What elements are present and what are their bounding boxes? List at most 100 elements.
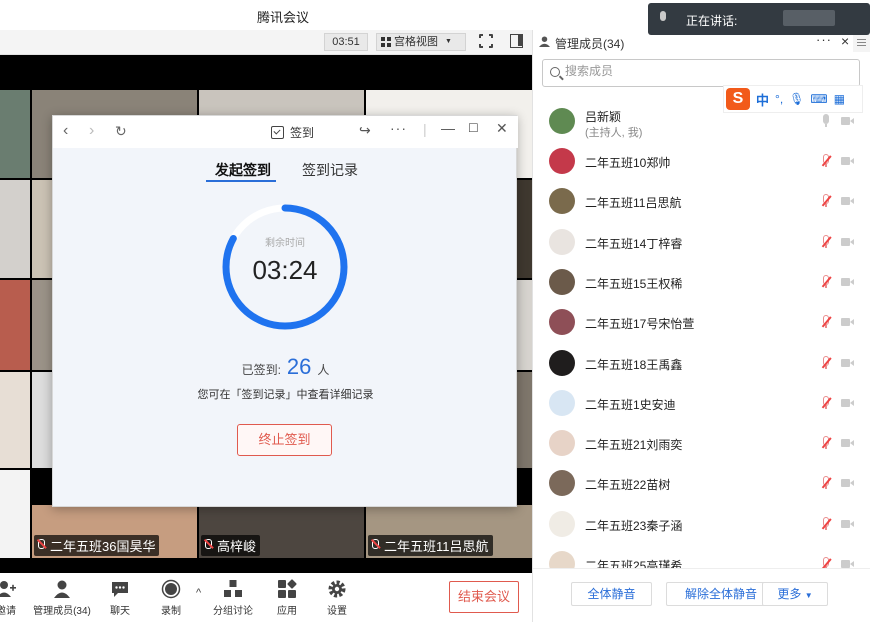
participant-name-label: 二年五班36国昊华 <box>34 535 160 556</box>
mic-muted-icon[interactable] <box>821 355 832 370</box>
record-button[interactable]: 录制 <box>141 579 201 617</box>
member-row[interactable]: 二年五班17号宋怡萱 <box>533 303 870 343</box>
video-tile[interactable]: 二年五班11吕思航 <box>366 505 532 558</box>
camera-icon[interactable] <box>841 438 854 448</box>
end-meeting-button[interactable]: 结束会议 <box>449 581 519 613</box>
camera-icon[interactable] <box>841 519 854 529</box>
video-tile[interactable] <box>32 180 52 278</box>
tab-signin-records[interactable]: 签到记录 <box>302 160 358 180</box>
share-icon[interactable]: ↪ <box>359 122 371 139</box>
mic-icon[interactable] <box>821 114 831 128</box>
dialog-header: ‹ › ↻ 签到 ↪ ··· | — ☐ ✕ <box>53 116 518 148</box>
member-name: 二年五班1史安迪 <box>585 397 676 412</box>
member-row[interactable]: 二年五班11吕思航 <box>533 182 870 222</box>
more-icon[interactable]: ··· <box>390 120 407 136</box>
record-icon <box>161 579 181 599</box>
camera-icon[interactable] <box>841 277 854 287</box>
keyboard-icon[interactable]: ⌨ <box>810 92 827 106</box>
refresh-icon[interactable]: ↻ <box>115 123 127 140</box>
member-row[interactable]: 二年五班14丁梓睿 <box>533 223 870 263</box>
mic-muted-icon[interactable] <box>821 274 832 289</box>
member-row[interactable]: 二年五班21刘雨奕 <box>533 424 870 464</box>
ime-toolbar: S 中 °, 🎙︎ ⌨ ▦ <box>723 85 863 113</box>
member-search[interactable] <box>542 59 860 87</box>
voice-icon[interactable]: 🎙︎ <box>789 92 804 106</box>
sogou-logo: S <box>726 88 750 110</box>
video-tile[interactable] <box>516 180 532 278</box>
mic-muted-icon <box>372 539 379 549</box>
ime-lang[interactable]: 中 <box>756 90 769 109</box>
user-icon <box>539 36 550 47</box>
video-tile[interactable]: 高梓峻 <box>199 505 364 558</box>
member-row[interactable]: 二年五班18王禹鑫 <box>533 344 870 384</box>
mic-muted-icon[interactable] <box>821 315 832 329</box>
back-icon[interactable]: ‹ <box>63 122 68 140</box>
breakout-button[interactable]: 分组讨论 <box>203 579 263 617</box>
apps-icon <box>278 579 297 598</box>
minimize-icon[interactable]: — <box>441 120 455 136</box>
member-row[interactable]: 二年五班15王权稀 <box>533 263 870 303</box>
toolbox-icon[interactable]: ▦ <box>834 92 845 106</box>
punctuation-icon[interactable]: °, <box>775 92 783 106</box>
camera-icon[interactable] <box>841 196 854 206</box>
chevron-up-icon[interactable]: ^ <box>196 587 201 599</box>
unmute-all-button[interactable]: 解除全体静音 <box>666 582 776 606</box>
mic-muted-icon[interactable] <box>821 436 832 450</box>
chevron-down-icon: ▼ <box>804 591 813 600</box>
mute-all-button[interactable]: 全体静音 <box>571 582 652 606</box>
video-tile[interactable] <box>0 470 30 558</box>
member-row[interactable]: 二年五班10郑帅 <box>533 142 870 182</box>
member-row[interactable]: 二年五班22苗树 <box>533 464 870 504</box>
camera-icon[interactable] <box>841 116 854 126</box>
camera-icon[interactable] <box>841 237 854 247</box>
video-tile[interactable] <box>0 90 30 178</box>
video-tile[interactable] <box>516 280 532 370</box>
view-mode-dropdown[interactable]: 宫格视图 ▼ <box>376 33 466 51</box>
maximize-icon[interactable]: ☐ <box>468 121 479 135</box>
sidebar-toggle-icon[interactable] <box>510 34 523 48</box>
panel-title: 管理成员(34) <box>555 37 625 51</box>
mic-muted-icon[interactable] <box>821 516 832 531</box>
video-tile[interactable] <box>0 180 30 278</box>
remaining-time-label: 剩余时间 <box>265 238 305 249</box>
speaker-name-blurred <box>783 10 835 26</box>
mic-muted-icon[interactable] <box>821 395 832 410</box>
search-input[interactable] <box>565 64 845 78</box>
manage-members-button[interactable]: 管理成员(34) <box>32 579 92 617</box>
video-tile[interactable] <box>0 280 30 370</box>
member-row[interactable]: 二年五班1史安迪 <box>533 384 870 424</box>
invite-button[interactable]: 邀请 <box>0 579 36 617</box>
video-tile[interactable] <box>32 372 52 468</box>
camera-icon[interactable] <box>841 317 854 327</box>
mic-muted-icon[interactable] <box>821 194 832 208</box>
video-tile[interactable] <box>32 280 52 370</box>
stop-signin-button[interactable]: 终止签到 <box>237 424 332 456</box>
mic-muted-icon[interactable] <box>821 476 832 490</box>
more-dropdown[interactable]: 更多 ▼ <box>762 582 828 606</box>
avatar <box>549 148 575 174</box>
video-tile[interactable] <box>516 372 532 468</box>
bottom-toolbar: 邀请 管理成员(34) 聊天 录制 ^ 分组讨论 应用 设置 结束会议 <box>0 573 532 622</box>
avatar <box>549 108 575 134</box>
member-name: 二年五班22苗树 <box>585 478 671 493</box>
camera-icon[interactable] <box>841 156 854 166</box>
close-icon[interactable]: × <box>841 33 849 49</box>
breakout-icon <box>224 580 242 597</box>
window-title: 腾讯会议 <box>256 10 309 25</box>
camera-icon[interactable] <box>841 398 854 408</box>
member-row[interactable]: 二年五班23秦子涵 <box>533 505 870 545</box>
close-icon[interactable]: ✕ <box>496 120 508 137</box>
menu-icon[interactable] <box>853 32 870 52</box>
member-name: 二年五班15王权稀 <box>585 276 683 291</box>
mic-muted-icon[interactable] <box>821 234 832 249</box>
video-tile[interactable] <box>0 372 30 468</box>
view-mode-label: 宫格视图 <box>394 36 438 48</box>
tab-start-signin[interactable]: 发起签到 <box>215 160 271 180</box>
mic-muted-icon[interactable] <box>821 154 832 168</box>
forward-icon[interactable]: › <box>89 122 94 140</box>
camera-icon[interactable] <box>841 478 854 488</box>
settings-button[interactable]: 设置 <box>307 579 367 617</box>
camera-icon[interactable] <box>841 358 854 368</box>
video-tile[interactable]: 二年五班36国昊华 <box>32 505 197 558</box>
fullscreen-icon[interactable] <box>478 33 494 49</box>
